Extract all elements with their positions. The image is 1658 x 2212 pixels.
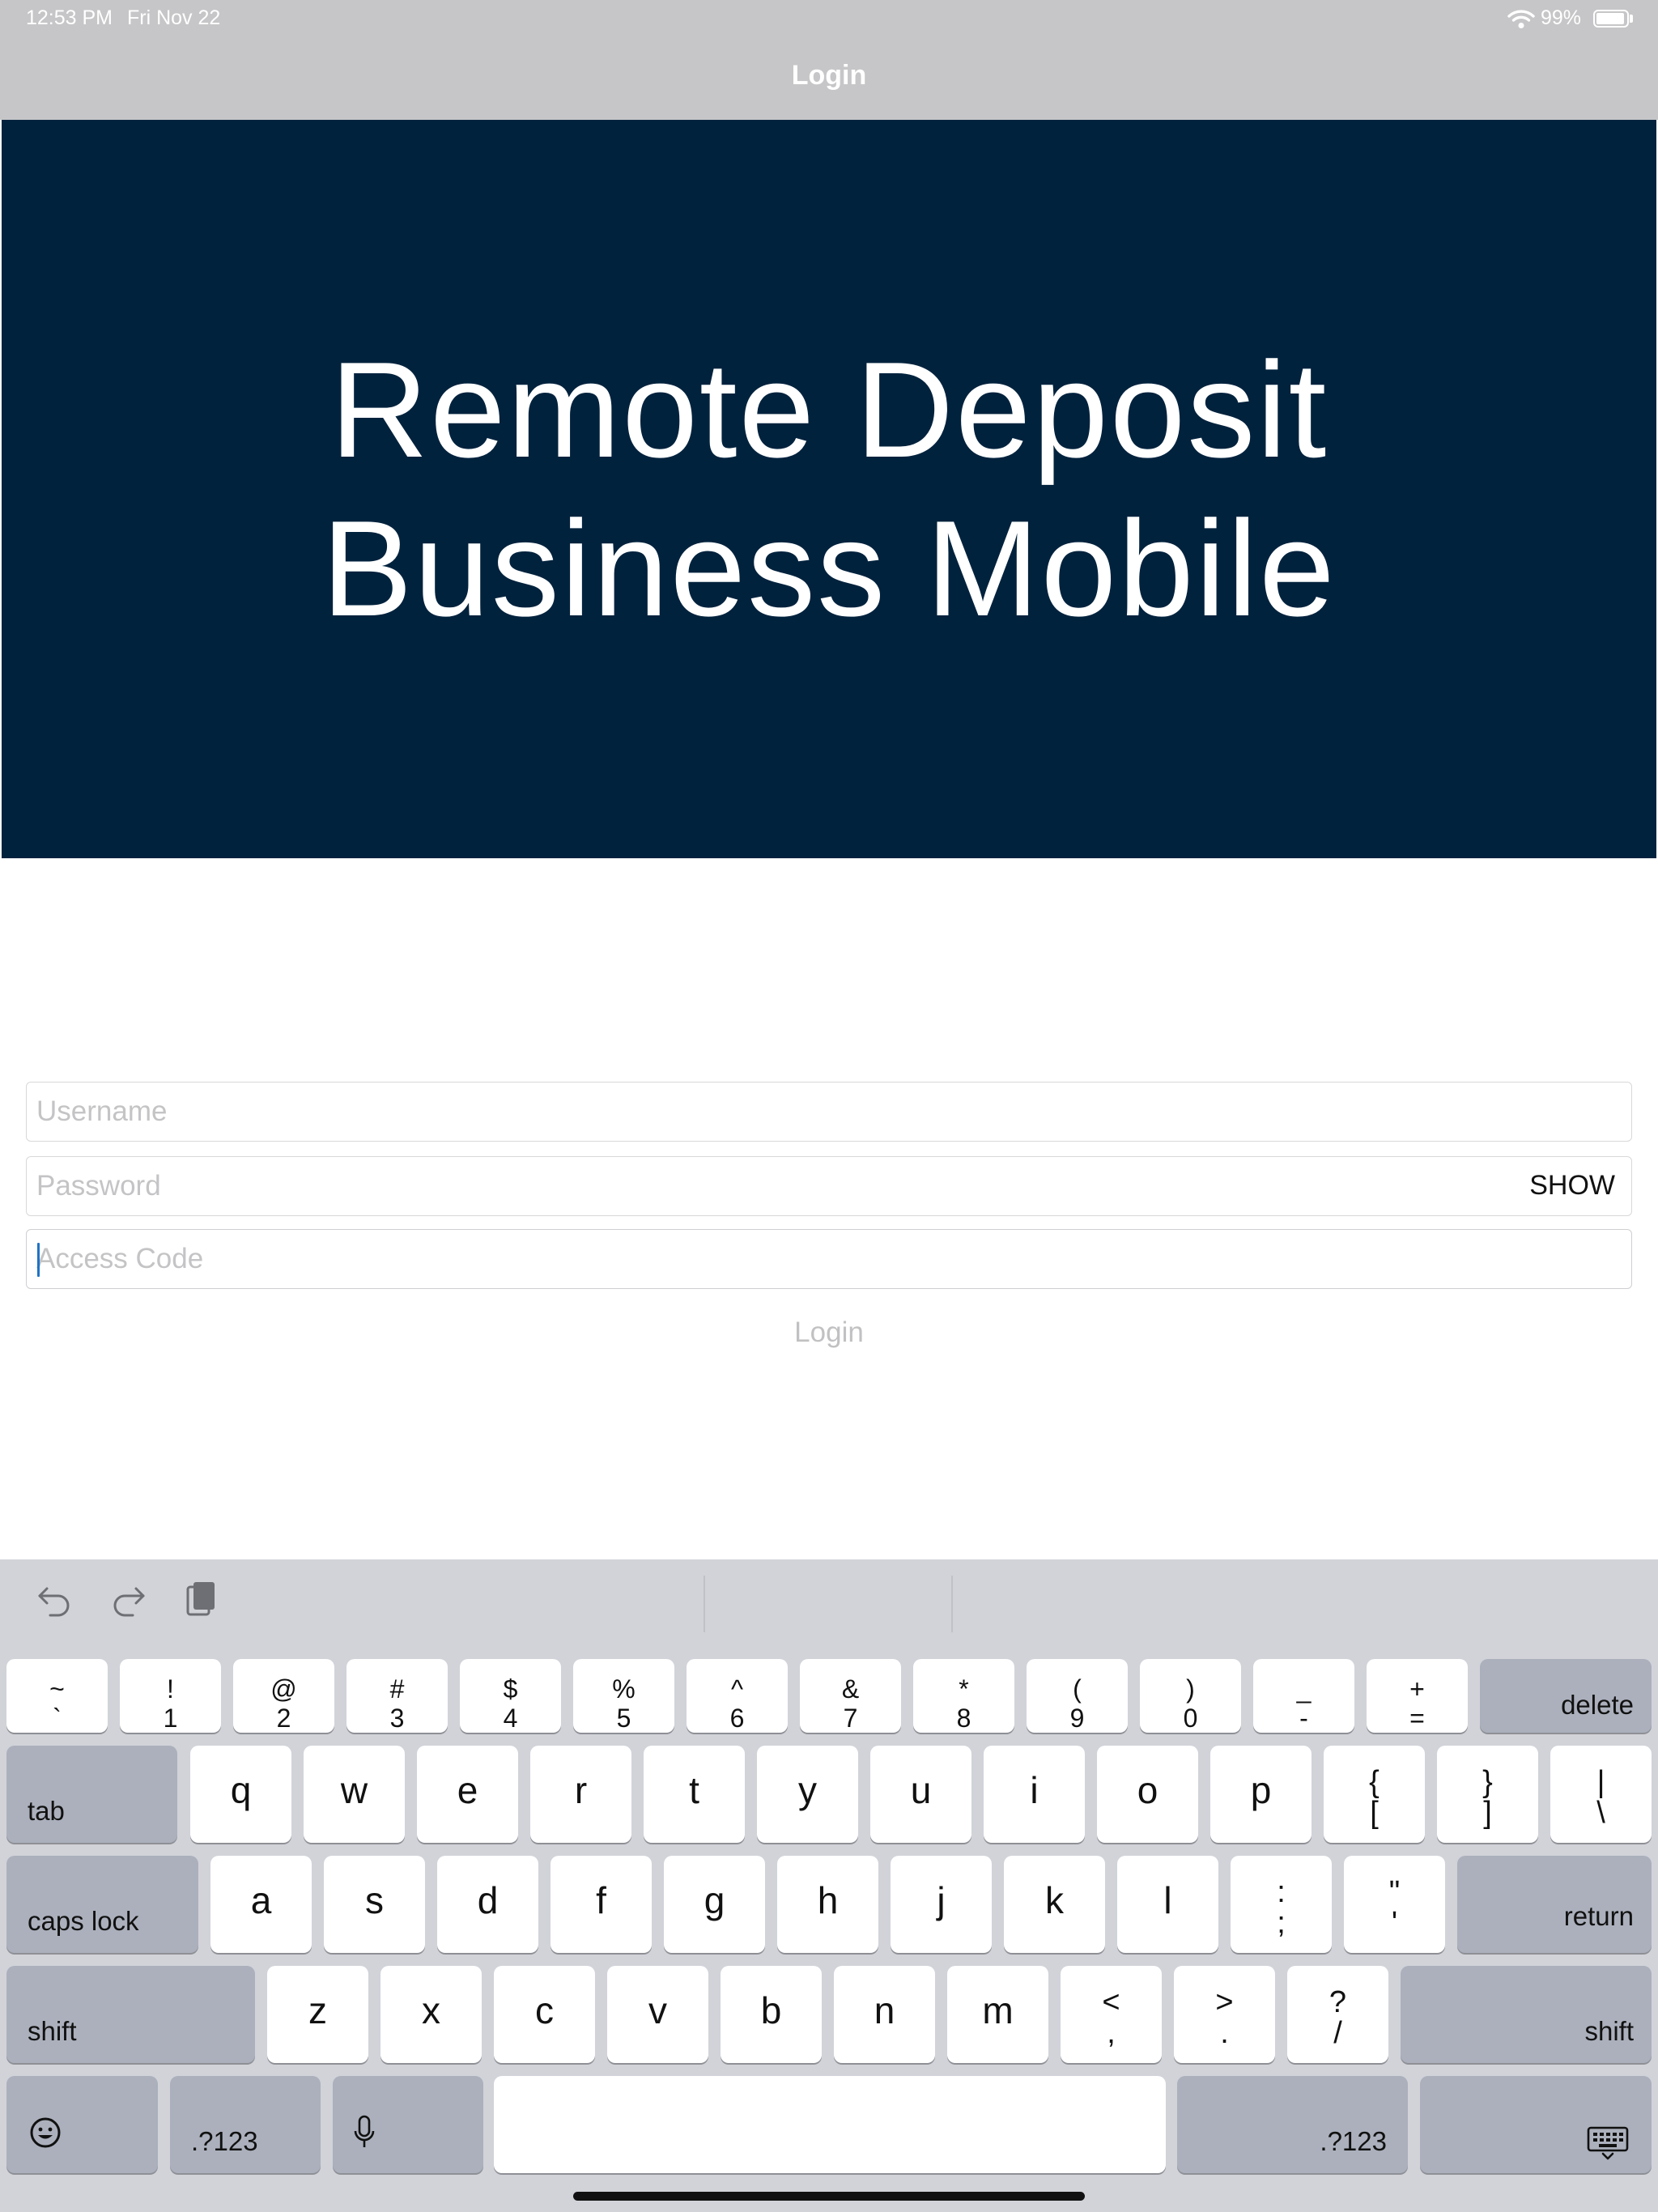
key-e[interactable]: e bbox=[417, 1746, 518, 1843]
access-code-field[interactable] bbox=[26, 1229, 1632, 1289]
microphone-icon bbox=[352, 2115, 376, 2150]
key-1[interactable]: ! 1 bbox=[120, 1659, 221, 1733]
key-2[interactable]: @2 bbox=[233, 1659, 334, 1733]
key-k[interactable]: k bbox=[1004, 1856, 1105, 1953]
key-5[interactable]: % 5 bbox=[573, 1659, 674, 1733]
key-v[interactable]: v bbox=[607, 1966, 708, 2063]
key-0[interactable]: ) 0 bbox=[1140, 1659, 1241, 1733]
login-button[interactable]: Login bbox=[0, 1317, 1658, 1349]
key-bracket-left[interactable]: {[ bbox=[1324, 1746, 1425, 1843]
key-c[interactable]: c bbox=[494, 1966, 595, 2063]
key-w[interactable]: w bbox=[304, 1746, 405, 1843]
key-7[interactable]: & 7 bbox=[800, 1659, 901, 1733]
right-shift-key[interactable]: shift bbox=[1401, 1966, 1652, 2063]
key-g[interactable]: g bbox=[664, 1856, 765, 1953]
numbers-key-right[interactable]: .?123 bbox=[1177, 2076, 1408, 2173]
key-p[interactable]: p bbox=[1210, 1746, 1312, 1843]
key-m[interactable]: m bbox=[947, 1966, 1048, 2063]
battery-percentage: 99% bbox=[1541, 6, 1582, 29]
key-n[interactable]: n bbox=[834, 1966, 935, 2063]
key-backslash[interactable]: | \ bbox=[1550, 1746, 1652, 1843]
battery-cap bbox=[1630, 15, 1633, 23]
text-cursor bbox=[37, 1243, 40, 1277]
app-banner: Remote Deposit Business Mobile bbox=[2, 120, 1656, 858]
key-equals[interactable]: + = bbox=[1367, 1659, 1468, 1733]
numbers-key-left[interactable]: .?123 bbox=[170, 2076, 321, 2173]
key-r[interactable]: r bbox=[530, 1746, 631, 1843]
key-h[interactable]: h bbox=[777, 1856, 878, 1953]
key-6[interactable]: ^ 6 bbox=[687, 1659, 788, 1733]
access-code-input[interactable] bbox=[36, 1230, 1494, 1287]
key-z[interactable]: z bbox=[267, 1966, 368, 2063]
password-field[interactable]: SHOW bbox=[26, 1156, 1632, 1216]
wifi-icon bbox=[1507, 10, 1535, 29]
key-8[interactable]: * 8 bbox=[913, 1659, 1014, 1733]
redo-icon[interactable] bbox=[105, 1577, 151, 1623]
key-x[interactable]: x bbox=[380, 1966, 482, 2063]
space-bar[interactable] bbox=[494, 2076, 1166, 2173]
key-period[interactable]: >. bbox=[1174, 1966, 1275, 2063]
hide-keyboard-key[interactable] bbox=[1420, 2076, 1652, 2173]
key-j[interactable]: j bbox=[891, 1856, 992, 1953]
paste-icon[interactable] bbox=[180, 1577, 225, 1623]
emoji-icon bbox=[29, 2116, 62, 2149]
banner-title-line1: Remote Deposit bbox=[329, 334, 1329, 486]
toolbar-divider bbox=[704, 1576, 705, 1632]
key-l[interactable]: l bbox=[1117, 1856, 1218, 1953]
key-backtick[interactable]: ~ ` bbox=[6, 1659, 108, 1733]
undo-icon[interactable] bbox=[32, 1577, 78, 1623]
key-q[interactable]: q bbox=[190, 1746, 291, 1843]
home-indicator bbox=[573, 2192, 1085, 2201]
show-password-button[interactable]: SHOW bbox=[1529, 1157, 1615, 1214]
status-date: Fri Nov 22 bbox=[127, 6, 221, 29]
toolbar-divider bbox=[951, 1576, 953, 1632]
key-f[interactable]: f bbox=[551, 1856, 652, 1953]
key-slash[interactable]: ? / bbox=[1287, 1966, 1388, 2063]
emoji-key[interactable] bbox=[6, 2076, 158, 2173]
key-4[interactable]: $4 bbox=[460, 1659, 561, 1733]
password-input[interactable] bbox=[36, 1157, 1494, 1214]
key-a[interactable]: a bbox=[210, 1856, 312, 1953]
key-bracket-right[interactable]: }] bbox=[1437, 1746, 1538, 1843]
username-input[interactable] bbox=[36, 1083, 1494, 1140]
key-s[interactable]: s bbox=[324, 1856, 425, 1953]
return-key[interactable]: return bbox=[1457, 1856, 1652, 1953]
status-time: 12:53 PM bbox=[26, 6, 113, 29]
key-comma[interactable]: <, bbox=[1061, 1966, 1162, 2063]
key-semicolon[interactable]: :; bbox=[1231, 1856, 1332, 1953]
keyboard-dismiss-icon bbox=[1587, 2126, 1629, 2160]
key-y[interactable]: y bbox=[757, 1746, 858, 1843]
key-o[interactable]: o bbox=[1097, 1746, 1198, 1843]
key-i[interactable]: i bbox=[984, 1746, 1085, 1843]
banner-title-line2: Business Mobile bbox=[321, 492, 1337, 644]
key-3[interactable]: #3 bbox=[346, 1659, 448, 1733]
dictation-key[interactable] bbox=[333, 2076, 483, 2173]
key-9[interactable]: (9 bbox=[1027, 1659, 1128, 1733]
key-quote[interactable]: " ' bbox=[1344, 1856, 1445, 1953]
caps-lock-key[interactable]: caps lock bbox=[6, 1856, 198, 1953]
key-d[interactable]: d bbox=[437, 1856, 538, 1953]
key-u[interactable]: u bbox=[870, 1746, 971, 1843]
key-t[interactable]: t bbox=[644, 1746, 745, 1843]
left-shift-key[interactable]: shift bbox=[6, 1966, 255, 2063]
page-title: Login bbox=[791, 60, 867, 91]
key-b[interactable]: b bbox=[721, 1966, 822, 2063]
delete-key[interactable]: delete bbox=[1480, 1659, 1652, 1733]
username-field[interactable] bbox=[26, 1082, 1632, 1142]
key-minus[interactable]: _ - bbox=[1253, 1659, 1354, 1733]
battery-icon bbox=[1593, 10, 1629, 28]
tab-key[interactable]: tab bbox=[6, 1746, 177, 1843]
